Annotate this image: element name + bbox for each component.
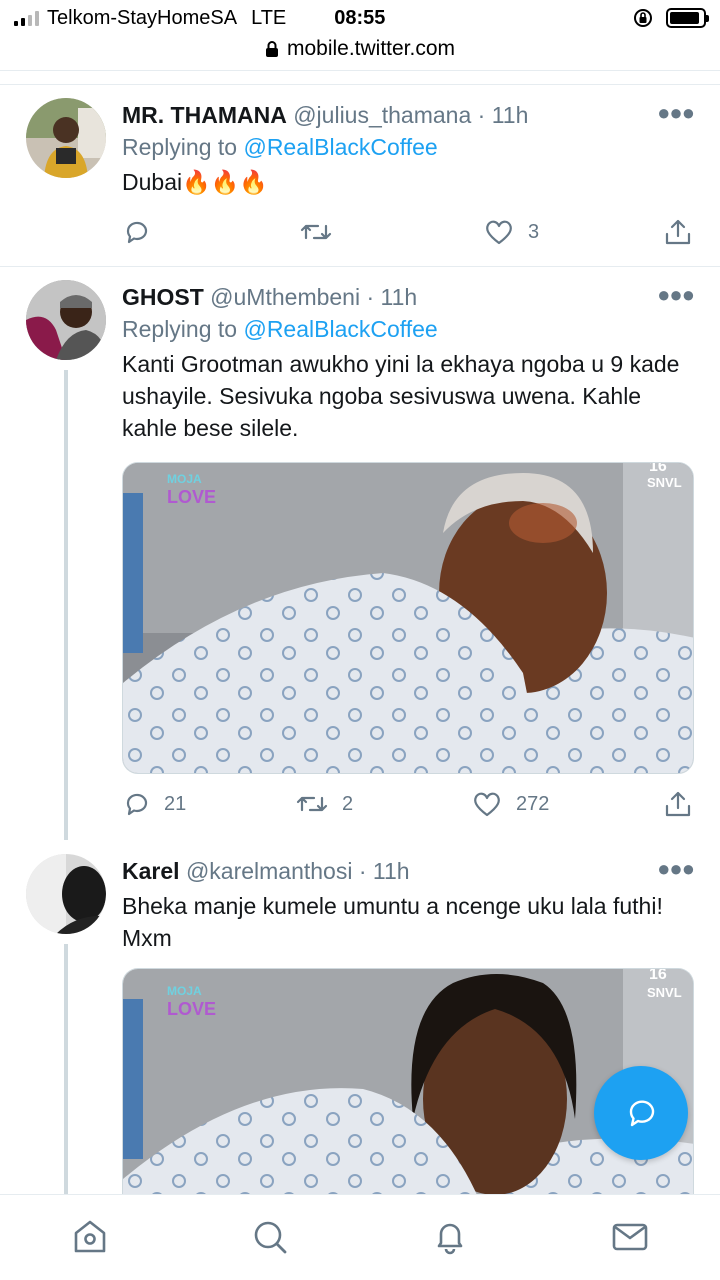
- reply-button[interactable]: 21: [122, 790, 186, 818]
- retweet-icon: [300, 224, 332, 240]
- avatar[interactable]: [26, 280, 106, 360]
- like-button[interactable]: 272: [472, 790, 549, 818]
- tweet-image[interactable]: MOJA LOVE 16 SNVL: [122, 462, 694, 774]
- reply-count: 21: [164, 792, 187, 815]
- network-type: LTE: [251, 6, 287, 29]
- tweet-body: Dubai: [122, 169, 183, 195]
- address-bar[interactable]: mobile.twitter.com: [0, 34, 720, 64]
- display-name[interactable]: Karel: [122, 858, 180, 884]
- retweet-button[interactable]: [300, 218, 346, 246]
- separator-dot: ·: [477, 102, 486, 128]
- corner-tag-bottom: SNVL: [647, 475, 682, 490]
- compose-reply-button[interactable]: [594, 1066, 688, 1160]
- share-icon: [665, 791, 691, 817]
- more-options-icon[interactable]: ●●●: [657, 856, 695, 882]
- thread-line: [64, 944, 68, 1194]
- tweet-text: Kanti Grootman awukho yini la ekhaya ngo…: [122, 351, 680, 441]
- moja-logo-line2: LOVE: [167, 999, 216, 1019]
- corner-tag-bottom: SNVL: [647, 985, 682, 1000]
- avatar[interactable]: [26, 854, 106, 934]
- carrier-name: Telkom-StayHomeSA: [47, 6, 238, 29]
- corner-tag-top: 16: [649, 463, 667, 475]
- orientation-lock-icon: [634, 9, 652, 27]
- retweet-count: 2: [342, 792, 354, 815]
- nav-home[interactable]: [70, 1217, 110, 1257]
- clock: 08:55: [334, 6, 386, 29]
- divider: [0, 84, 720, 85]
- nav-search[interactable]: [250, 1217, 290, 1257]
- tweet-text: Bheka manje kumele umuntu a ncenge uku l…: [122, 893, 663, 951]
- avatar-image: [26, 280, 106, 360]
- messages-icon: [612, 1223, 648, 1251]
- nav-messages[interactable]: [610, 1217, 650, 1257]
- nav-notifications[interactable]: [430, 1217, 470, 1257]
- url-text[interactable]: mobile.twitter.com: [287, 37, 455, 61]
- signal-strength-icon: [14, 10, 39, 26]
- mention-link[interactable]: @RealBlackCoffee: [243, 134, 437, 160]
- avatar-image: [26, 98, 106, 178]
- tweet[interactable]: GHOST @uMthembeni · 11h Replying to @Rea…: [0, 278, 720, 840]
- replying-to: Replying to @RealBlackCoffee: [122, 130, 696, 164]
- user-handle[interactable]: @uMthembeni: [210, 284, 360, 310]
- divider: [0, 266, 720, 267]
- like-button[interactable]: 3: [484, 218, 539, 246]
- heart-icon: [474, 792, 500, 817]
- moja-logo-line2: LOVE: [167, 487, 216, 507]
- tweet-time[interactable]: 11h: [373, 858, 410, 884]
- notifications-icon: [437, 1223, 463, 1255]
- avatar[interactable]: [26, 98, 106, 178]
- compose-reply-icon: [629, 1100, 655, 1127]
- heart-icon: [486, 220, 512, 245]
- reply-icon: [126, 221, 148, 244]
- hospital-bed-photo: MOJA LOVE 16 SNVL: [123, 463, 693, 773]
- reply-button[interactable]: [122, 218, 164, 246]
- battery-icon: [666, 8, 709, 28]
- moja-logo-line1: MOJA: [167, 472, 202, 486]
- reply-icon: [126, 793, 148, 816]
- share-icon: [665, 219, 691, 245]
- tweet-time[interactable]: 11h: [492, 102, 529, 128]
- retweet-icon: [296, 796, 328, 812]
- mention-link[interactable]: @RealBlackCoffee: [243, 316, 437, 342]
- moja-logo-line1: MOJA: [167, 984, 202, 998]
- separator-dot: ·: [366, 284, 375, 310]
- thread-line: [64, 370, 68, 840]
- user-handle[interactable]: @karelmanthosi: [186, 858, 353, 884]
- replying-to: Replying to @RealBlackCoffee: [122, 312, 696, 346]
- tweet-actions: 3: [122, 218, 696, 252]
- retweet-button[interactable]: 2: [296, 790, 353, 818]
- divider: [0, 70, 720, 71]
- corner-tag-top: 16: [649, 969, 667, 983]
- more-options-icon[interactable]: ●●●: [657, 282, 695, 308]
- lock-icon: [265, 41, 278, 57]
- share-button[interactable]: [664, 218, 692, 246]
- home-icon: [74, 1220, 106, 1253]
- user-handle[interactable]: @julius_thamana: [293, 102, 471, 128]
- fire-emoji: 🔥🔥🔥: [182, 169, 269, 195]
- display-name[interactable]: MR. THAMANA: [122, 102, 287, 128]
- tweet-actions: 21 2 272: [122, 790, 696, 824]
- like-count: 3: [528, 220, 540, 243]
- search-icon: [254, 1221, 287, 1254]
- tweet-time[interactable]: 11h: [381, 284, 418, 310]
- display-name[interactable]: GHOST: [122, 284, 204, 310]
- replying-label: Replying to: [122, 134, 238, 160]
- tweet[interactable]: MR. THAMANA @julius_thamana · 11h Replyi…: [0, 96, 720, 266]
- tweet-text: Dubai🔥🔥🔥: [122, 166, 696, 198]
- like-count: 272: [516, 792, 550, 815]
- status-bar: Telkom-StayHomeSA LTE 08:55: [0, 0, 720, 36]
- replying-label: Replying to: [122, 316, 238, 342]
- more-options-icon[interactable]: ●●●: [657, 100, 695, 126]
- separator-dot: ·: [358, 858, 367, 884]
- bottom-navigation: [0, 1194, 720, 1280]
- avatar-image: [26, 854, 106, 934]
- share-button[interactable]: [664, 790, 692, 818]
